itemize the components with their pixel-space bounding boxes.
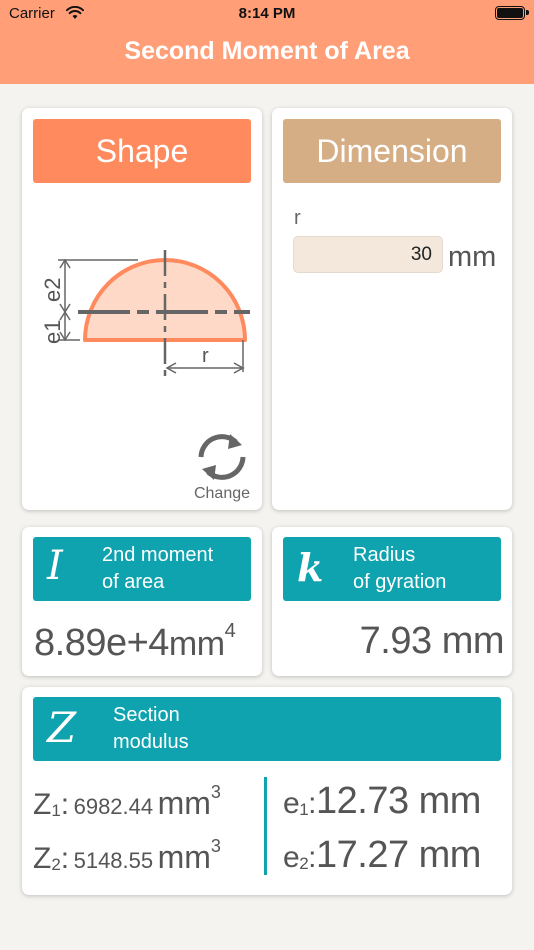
moment-title-line2: of area	[102, 571, 165, 593]
radius-field-label: r	[294, 207, 301, 229]
e1-unit: mm	[418, 780, 482, 822]
e2-row: e2:17.27 mm	[283, 834, 481, 877]
modulus-header: Z Section modulus	[33, 697, 501, 761]
gyration-title-line2: of gyration	[353, 571, 447, 593]
battery-icon	[495, 6, 529, 20]
radius-unit: mm	[448, 241, 497, 273]
modulus-title-line1: Section	[113, 704, 180, 726]
moment-unit: mm	[168, 625, 225, 663]
gyration-value: 7.93 mm	[359, 620, 505, 663]
z2-value: 5148.55	[73, 848, 154, 873]
page-title: Second Moment of Area	[124, 37, 410, 65]
gyration-title-line1: Radius	[353, 544, 416, 566]
label-r: r	[202, 345, 209, 367]
z2-row: Z2: 5148.55 mm3	[33, 836, 221, 876]
refresh-icon	[198, 434, 246, 480]
z1-label: Z1:	[33, 788, 70, 821]
label-e1: e1	[40, 320, 65, 344]
z1-row: Z1: 6982.44 mm3	[33, 782, 221, 822]
z1-value: 6982.44	[73, 794, 154, 819]
gyration-header: k Radius of gyration	[283, 537, 501, 601]
moment-number: 8.89e+4	[34, 622, 169, 664]
modulus-divider	[264, 777, 267, 875]
e2-unit: mm	[418, 834, 482, 876]
moment-value: 8.89e+4mm4	[34, 620, 236, 665]
gyration-unit: mm	[441, 620, 505, 662]
e1-row: e1:12.73 mm	[283, 780, 481, 823]
change-shape-button[interactable]: Change	[186, 430, 258, 503]
modulus-symbol: Z	[47, 703, 77, 752]
dimension-button[interactable]: Dimension	[283, 119, 501, 183]
e2-value: 17.27	[316, 834, 409, 876]
modulus-title-line2: modulus	[113, 731, 189, 753]
moment-title-line1: 2nd moment	[102, 544, 214, 566]
e2-label: e2:	[283, 841, 317, 874]
moment-unit-exponent: 4	[224, 620, 236, 642]
status-bar: Carrier 8:14 PM	[0, 0, 534, 28]
semicircle-diagram: e2 e1 r	[40, 250, 250, 376]
change-label: Change	[193, 485, 251, 502]
z2-unit: mm3	[157, 836, 221, 875]
clock: 8:14 PM	[238, 5, 296, 22]
z1-unit: mm3	[157, 782, 221, 821]
e1-value: 12.73	[316, 780, 409, 822]
gyration-symbol: k	[297, 545, 324, 590]
label-e2: e2	[40, 278, 65, 302]
e1-label: e1:	[283, 787, 317, 820]
shape-button[interactable]: Shape	[33, 119, 251, 183]
gyration-number: 7.93	[359, 620, 432, 662]
z2-label: Z2:	[33, 842, 70, 875]
moment-header: I 2nd moment of area	[33, 537, 251, 601]
moment-symbol: I	[47, 543, 63, 589]
radius-input[interactable]: 30	[293, 236, 443, 273]
